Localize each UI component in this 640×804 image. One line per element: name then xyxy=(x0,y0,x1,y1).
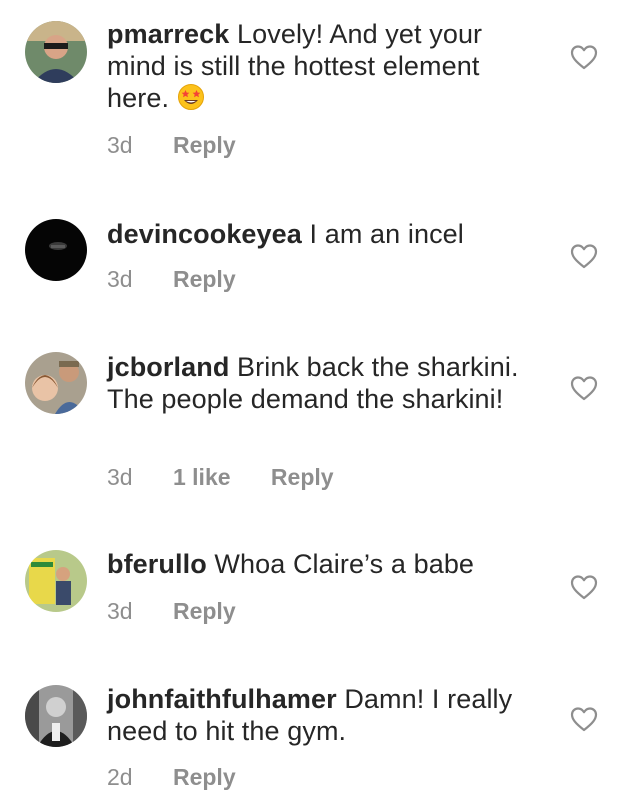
comment-time: 3d xyxy=(107,266,133,292)
comment-time: 3d xyxy=(107,598,133,624)
comment-body: johnfaithfulhamer Damn! I really need to… xyxy=(107,683,547,747)
comment-time: 3d xyxy=(107,464,133,490)
comment-time: 2d xyxy=(107,764,133,790)
comment-text: I am an incel xyxy=(309,219,464,249)
reply-button[interactable]: Reply xyxy=(271,464,334,491)
reply-button[interactable]: Reply xyxy=(173,764,236,791)
likes-count[interactable]: 1 like xyxy=(173,464,231,491)
comment-username[interactable]: bferullo xyxy=(107,549,207,579)
avatar[interactable] xyxy=(25,550,87,612)
comment-meta: 3d Reply xyxy=(107,132,270,159)
comment-body: bferullo Whoa Claire’s a babe xyxy=(107,548,547,580)
heart-outline-icon[interactable] xyxy=(570,706,598,732)
avatar[interactable] xyxy=(25,685,87,747)
heart-outline-icon[interactable] xyxy=(570,574,598,600)
reply-button[interactable]: Reply xyxy=(173,132,236,159)
avatar[interactable] xyxy=(25,219,87,281)
comment-meta: 3d 1 like Reply xyxy=(107,464,368,491)
comment-body: jcborland Brink back the sharkini. The p… xyxy=(107,351,547,415)
comment-meta: 2d Reply xyxy=(107,764,270,791)
heart-outline-icon[interactable] xyxy=(570,375,598,401)
avatar[interactable] xyxy=(25,352,87,414)
star-struck-emoji-icon xyxy=(177,83,205,111)
comment-text: Whoa Claire’s a babe xyxy=(214,549,475,579)
comment-username[interactable]: devincookeyea xyxy=(107,219,302,249)
heart-outline-icon[interactable] xyxy=(570,44,598,70)
comment-body: devincookeyea I am an incel xyxy=(107,218,547,250)
comment-body: pmarreck Lovely! And yet your mind is st… xyxy=(107,18,547,114)
reply-button[interactable]: Reply xyxy=(173,266,236,293)
avatar[interactable] xyxy=(25,21,87,83)
comment-username[interactable]: jcborland xyxy=(107,352,229,382)
comment-username[interactable]: johnfaithfulhamer xyxy=(107,684,337,714)
comment-username[interactable]: pmarreck xyxy=(107,19,229,49)
heart-outline-icon[interactable] xyxy=(570,243,598,269)
comment-time: 3d xyxy=(107,132,133,158)
comment-meta: 3d Reply xyxy=(107,598,270,625)
comment-meta: 3d Reply xyxy=(107,266,270,293)
reply-button[interactable]: Reply xyxy=(173,598,236,625)
